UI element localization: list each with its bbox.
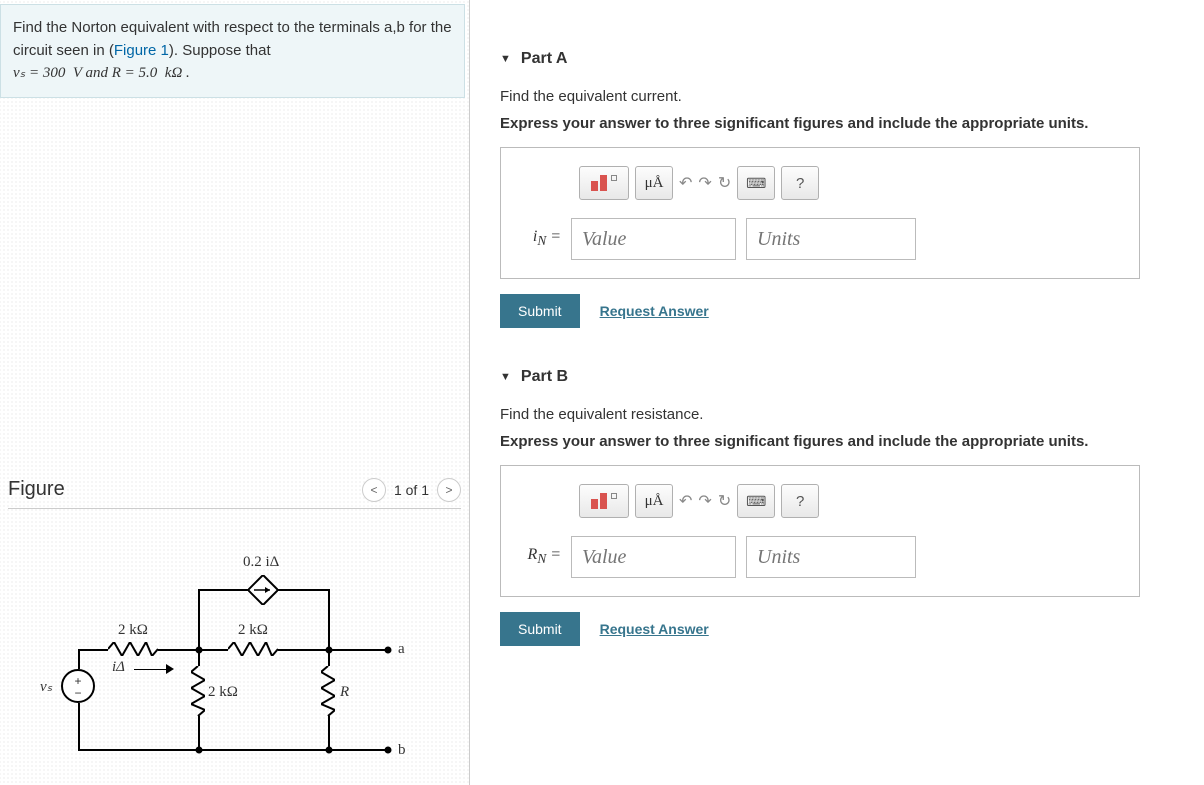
caret-down-icon: ▼: [500, 53, 511, 65]
figure-next-button[interactable]: >: [437, 478, 461, 502]
part-a-value-input[interactable]: [571, 218, 736, 260]
part-b-header[interactable]: ▼ Part B: [500, 368, 1204, 386]
part-b-symbol: RN =: [519, 546, 561, 567]
redo-button[interactable]: ↷: [698, 173, 711, 193]
part-a-symbol: iN =: [519, 228, 561, 249]
part-b-value-input[interactable]: [571, 536, 736, 578]
part-a-header[interactable]: ▼ Part A: [500, 50, 1204, 68]
part-a-bold-instruction: Express your answer to three significant…: [500, 115, 1204, 132]
part-b-submit-button[interactable]: Submit: [500, 612, 580, 646]
units-button[interactable]: μÅ: [635, 166, 673, 200]
part-a-units-input[interactable]: [746, 218, 916, 260]
figure-nav: < 1 of 1 >: [362, 478, 461, 502]
part-a-answer-box: μÅ ↶ ↷ ↻ ⌨ ? iN =: [500, 147, 1140, 279]
units-button[interactable]: μÅ: [635, 484, 673, 518]
figure-title: Figure: [8, 478, 65, 501]
help-button[interactable]: ?: [781, 166, 819, 200]
redo-button[interactable]: ↷: [698, 491, 711, 511]
figure-prev-button[interactable]: <: [362, 478, 386, 502]
undo-button[interactable]: ↶: [679, 491, 692, 511]
problem-statement: Find the Norton equivalent with respect …: [0, 4, 465, 98]
circuit-figure: 0.2 iΔ 2 kΩ 2 kΩ a iΔ: [48, 559, 428, 779]
reset-button[interactable]: ↻: [718, 173, 731, 193]
figure-link[interactable]: Figure 1: [114, 42, 169, 59]
part-a-instruction: Find the equivalent current.: [500, 88, 1204, 105]
reset-button[interactable]: ↻: [718, 491, 731, 511]
part-a-request-answer-link[interactable]: Request Answer: [600, 303, 709, 319]
part-a-submit-button[interactable]: Submit: [500, 294, 580, 328]
part-b-bold-instruction: Express your answer to three significant…: [500, 433, 1204, 450]
part-b-request-answer-link[interactable]: Request Answer: [600, 621, 709, 637]
help-button[interactable]: ?: [781, 484, 819, 518]
figure-count-label: 1 of 1: [394, 482, 429, 498]
part-b-answer-box: μÅ ↶ ↷ ↻ ⌨ ? RN =: [500, 465, 1140, 597]
part-b-instruction: Find the equivalent resistance.: [500, 406, 1204, 423]
undo-button[interactable]: ↶: [679, 173, 692, 193]
caret-down-icon: ▼: [500, 371, 511, 383]
templates-button[interactable]: [579, 484, 629, 518]
templates-button[interactable]: [579, 166, 629, 200]
keyboard-button[interactable]: ⌨: [737, 166, 775, 200]
part-b-units-input[interactable]: [746, 536, 916, 578]
keyboard-button[interactable]: ⌨: [737, 484, 775, 518]
